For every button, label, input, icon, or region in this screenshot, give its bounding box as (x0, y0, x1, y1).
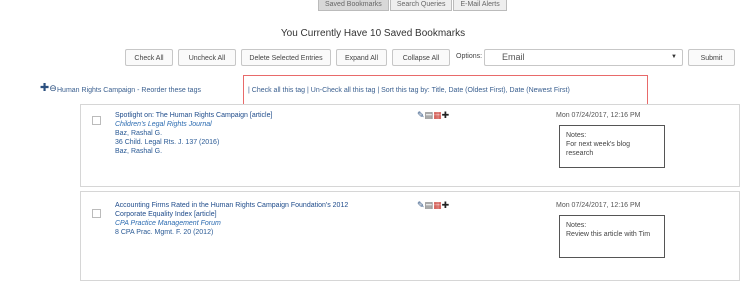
bookmark-entry: Spotlight on: The Human Rights Campaign … (80, 104, 740, 187)
entry-checkbox[interactable] (92, 209, 101, 218)
edit-icon[interactable]: ✎ (417, 200, 425, 210)
entry-journal: CPA Practice Management Forum (115, 220, 221, 227)
copy-icon[interactable]: ▤ (425, 200, 434, 210)
notes-label: Notes: (566, 222, 587, 229)
entry-journal: Children's Legal Rights Journal (115, 121, 212, 128)
bookmark-count-heading: You Currently Have 10 Saved Bookmarks (280, 28, 466, 39)
tab-email-alerts[interactable]: E-Mail Alerts (453, 0, 507, 11)
entry-actions: ✎▤▦✚ (417, 110, 449, 121)
options-label: Options: (456, 53, 483, 60)
notes-label: Notes: (566, 132, 587, 139)
tag-title: Human Rights Campaign - Reorder these ta… (57, 87, 201, 94)
submit-button[interactable]: Submit (688, 49, 735, 66)
entry-title-link[interactable]: Spotlight on: The Human Rights Campaign … (115, 112, 272, 119)
check-all-button[interactable]: Check All (125, 49, 173, 66)
tag-name-link[interactable]: Human Rights Campaign (57, 87, 135, 94)
entry-notes[interactable]: Notes: For next week's blog research (559, 125, 665, 168)
pdf-icon[interactable]: ▦ (433, 200, 442, 210)
edit-icon[interactable]: ✎ (417, 110, 425, 120)
entry-date: Mon 07/24/2017, 12:16 PM (556, 202, 641, 209)
bookmark-toolbar: Check All Uncheck All Delete Selected En… (0, 49, 746, 69)
pdf-icon[interactable]: ▦ (433, 110, 442, 120)
chevron-down-icon: ▼ (671, 54, 677, 60)
minus-circle-icon[interactable]: ⊖ (49, 83, 57, 93)
entry-notes[interactable]: Notes: Review this article with Tim (559, 215, 665, 258)
tab-search-queries[interactable]: Search Queries (389, 0, 453, 11)
entry-title-continued[interactable]: Corporate Equality Index [article] (115, 211, 217, 218)
bookmark-entry: Accounting Firms Rated in the Human Righ… (80, 191, 740, 281)
entry-author: Baz, Rashal G. (115, 130, 163, 137)
delete-selected-button[interactable]: Delete Selected Entries (241, 49, 331, 66)
add-icon[interactable]: ✚ (442, 110, 450, 120)
reorder-tags-link[interactable]: - Reorder these tags (137, 87, 201, 94)
options-selected-value: Email (502, 52, 525, 62)
tag-toggle[interactable]: ✚⊖ (40, 81, 57, 94)
entry-citation: 36 Child. Legal Rts. J. 137 (2016) (115, 139, 220, 146)
entry-checkbox[interactable] (92, 116, 101, 125)
entry-author: Baz, Rashal G. (115, 148, 163, 155)
plus-icon[interactable]: ✚ (40, 82, 49, 94)
highlight-box (243, 75, 648, 105)
entry-actions: ✎▤▦✚ (417, 200, 449, 211)
expand-all-button[interactable]: Expand All (336, 49, 387, 66)
bookmark-tabs: Saved Bookmarks Search Queries E-Mail Al… (318, 0, 508, 12)
entry-citation: 8 CPA Prac. Mgmt. F. 20 (2012) (115, 229, 214, 236)
tab-saved-bookmarks[interactable]: Saved Bookmarks (318, 0, 389, 11)
notes-text: For next week's blog research (566, 141, 630, 157)
copy-icon[interactable]: ▤ (425, 110, 434, 120)
add-icon[interactable]: ✚ (442, 200, 450, 210)
notes-text: Review this article with Tim (566, 231, 651, 238)
options-select[interactable]: Email ▼ (484, 49, 683, 66)
entry-title-link[interactable]: Accounting Firms Rated in the Human Righ… (115, 202, 348, 209)
collapse-all-button[interactable]: Collapse All (392, 49, 450, 66)
uncheck-all-button[interactable]: Uncheck All (178, 49, 236, 66)
entry-date: Mon 07/24/2017, 12:16 PM (556, 112, 641, 119)
